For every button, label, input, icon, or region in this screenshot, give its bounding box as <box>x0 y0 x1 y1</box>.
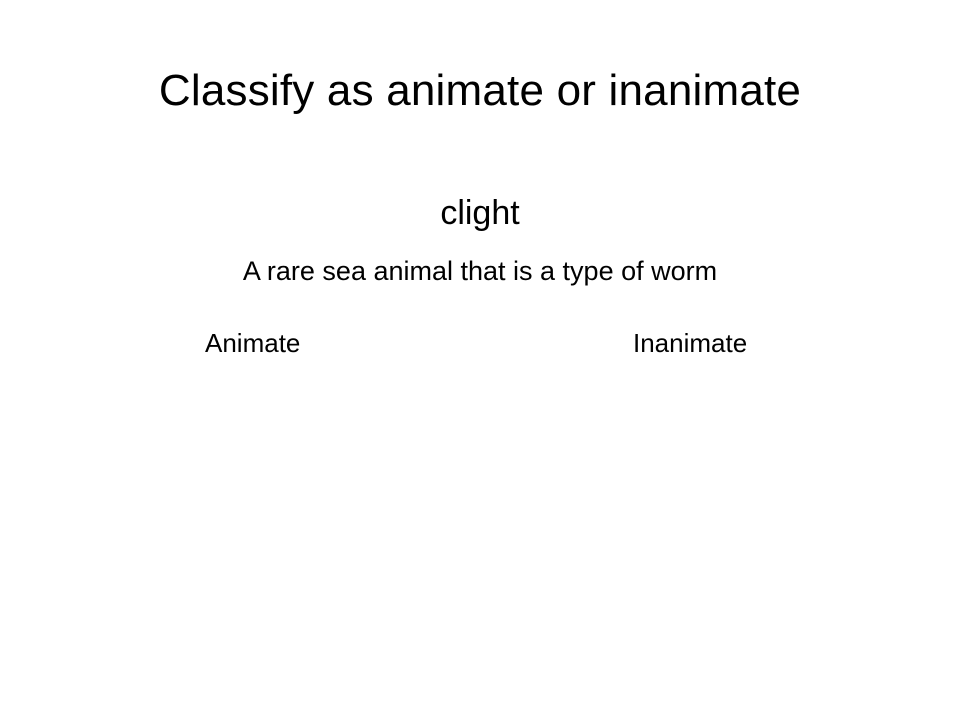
target-word: clight <box>440 194 520 232</box>
slide: Classify as animate or inanimate clight … <box>0 0 960 720</box>
animate-option[interactable]: Animate <box>201 326 304 360</box>
inanimate-option[interactable]: Inanimate <box>629 326 751 360</box>
word-definition: A rare sea animal that is a type of worm <box>242 256 718 286</box>
slide-title: Classify as animate or inanimate <box>158 66 802 115</box>
